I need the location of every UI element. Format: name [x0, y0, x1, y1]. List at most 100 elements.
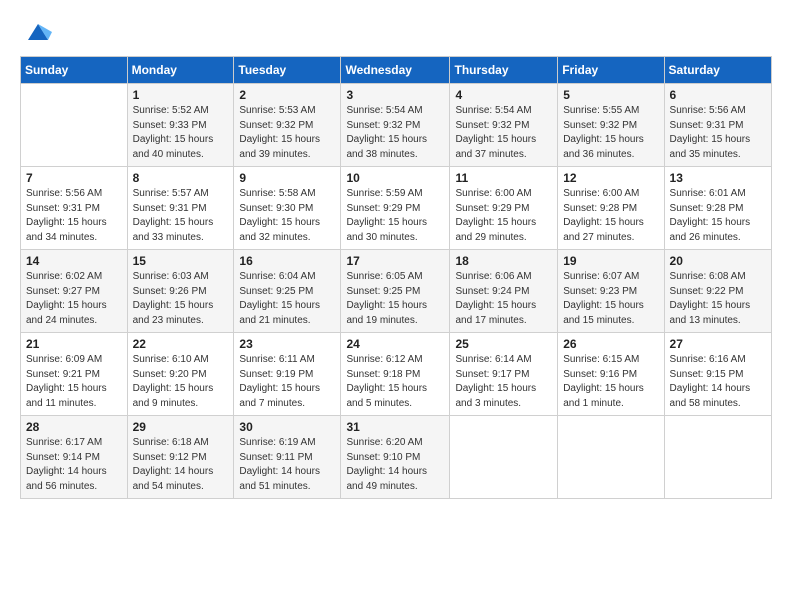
day-info: Sunrise: 5:57 AMSunset: 9:31 PMDaylight:… — [133, 187, 229, 245]
calendar-header-row: SundayMondayTuesdayWednesdayThursdayFrid… — [21, 57, 772, 84]
day-number: 22 — [133, 337, 229, 351]
day-info: Sunrise: 6:04 AMSunset: 9:25 PMDaylight:… — [239, 270, 335, 328]
day-info: Sunrise: 6:09 AMSunset: 9:21 PMDaylight:… — [26, 353, 122, 411]
calendar-cell: 6 Sunrise: 5:56 AMSunset: 9:31 PMDaylight… — [664, 84, 771, 167]
day-info: Sunrise: 6:11 AMSunset: 9:19 PMDaylight:… — [239, 353, 335, 411]
calendar-cell: 15 Sunrise: 6:03 AMSunset: 9:26 PMDayligh… — [127, 250, 234, 333]
day-info: Sunrise: 6:06 AMSunset: 9:24 PMDaylight:… — [455, 270, 552, 328]
day-info: Sunrise: 5:59 AMSunset: 9:29 PMDaylight:… — [346, 187, 444, 245]
day-info: Sunrise: 6:00 AMSunset: 9:29 PMDaylight:… — [455, 187, 552, 245]
calendar-cell — [664, 416, 771, 499]
day-number: 14 — [26, 254, 122, 268]
day-info: Sunrise: 6:15 AMSunset: 9:16 PMDaylight:… — [563, 353, 658, 411]
calendar-cell: 11 Sunrise: 6:00 AMSunset: 9:29 PMDayligh… — [450, 167, 558, 250]
calendar-cell: 20Sunrise: 6:08 AMSunset: 9:22 PMDayligh… — [664, 250, 771, 333]
calendar-cell: 17 Sunrise: 6:05 AMSunset: 9:25 PMDayligh… — [341, 250, 450, 333]
day-number: 27 — [670, 337, 766, 351]
calendar-header-tuesday: Tuesday — [234, 57, 341, 84]
calendar-cell: 10 Sunrise: 5:59 AMSunset: 9:29 PMDayligh… — [341, 167, 450, 250]
calendar-cell: 27 Sunrise: 6:16 AMSunset: 9:15 PMDayligh… — [664, 333, 771, 416]
day-info: Sunrise: 6:10 AMSunset: 9:20 PMDaylight:… — [133, 353, 229, 411]
calendar-cell: 8 Sunrise: 5:57 AMSunset: 9:31 PMDaylight… — [127, 167, 234, 250]
day-number: 24 — [346, 337, 444, 351]
calendar-week-row: 21 Sunrise: 6:09 AMSunset: 9:21 PMDayligh… — [21, 333, 772, 416]
logo-icon — [24, 18, 52, 46]
day-info: Sunrise: 5:54 AMSunset: 9:32 PMDaylight:… — [455, 104, 552, 162]
day-number: 2 — [239, 88, 335, 102]
day-number: 20 — [670, 254, 766, 268]
day-info: Sunrise: 6:03 AMSunset: 9:26 PMDaylight:… — [133, 270, 229, 328]
header — [20, 18, 772, 46]
day-info: Sunrise: 6:01 AMSunset: 9:28 PMDaylight:… — [670, 187, 766, 245]
calendar-cell: 4 Sunrise: 5:54 AMSunset: 9:32 PMDaylight… — [450, 84, 558, 167]
day-info: Sunrise: 5:53 AMSunset: 9:32 PMDaylight:… — [239, 104, 335, 162]
day-info: Sunrise: 6:20 AMSunset: 9:10 PMDaylight:… — [346, 436, 444, 494]
day-info: Sunrise: 6:14 AMSunset: 9:17 PMDaylight:… — [455, 353, 552, 411]
day-info: Sunrise: 6:07 AMSunset: 9:23 PMDaylight:… — [563, 270, 658, 328]
day-number: 26 — [563, 337, 658, 351]
calendar-week-row: 28 Sunrise: 6:17 AMSunset: 9:14 PMDayligh… — [21, 416, 772, 499]
day-info: Sunrise: 6:18 AMSunset: 9:12 PMDaylight:… — [133, 436, 229, 494]
calendar-cell: 3 Sunrise: 5:54 AMSunset: 9:32 PMDaylight… — [341, 84, 450, 167]
calendar-cell: 25 Sunrise: 6:14 AMSunset: 9:17 PMDayligh… — [450, 333, 558, 416]
calendar-cell: 2 Sunrise: 5:53 AMSunset: 9:32 PMDaylight… — [234, 84, 341, 167]
calendar-cell: 29 Sunrise: 6:18 AMSunset: 9:12 PMDayligh… — [127, 416, 234, 499]
day-info: Sunrise: 6:16 AMSunset: 9:15 PMDaylight:… — [670, 353, 766, 411]
calendar-header-thursday: Thursday — [450, 57, 558, 84]
day-number: 29 — [133, 420, 229, 434]
day-number: 16 — [239, 254, 335, 268]
calendar-cell: 26 Sunrise: 6:15 AMSunset: 9:16 PMDayligh… — [558, 333, 664, 416]
calendar-cell: 7Sunrise: 5:56 AMSunset: 9:31 PMDaylight… — [21, 167, 128, 250]
day-number: 5 — [563, 88, 658, 102]
calendar-cell: 5 Sunrise: 5:55 AMSunset: 9:32 PMDaylight… — [558, 84, 664, 167]
calendar-header-wednesday: Wednesday — [341, 57, 450, 84]
day-number: 15 — [133, 254, 229, 268]
calendar-week-row: 1Sunrise: 5:52 AMSunset: 9:33 PMDaylight… — [21, 84, 772, 167]
day-number: 30 — [239, 420, 335, 434]
day-number: 25 — [455, 337, 552, 351]
day-number: 28 — [26, 420, 122, 434]
logo — [20, 18, 52, 46]
calendar-header-monday: Monday — [127, 57, 234, 84]
day-number: 31 — [346, 420, 444, 434]
day-info: Sunrise: 6:02 AMSunset: 9:27 PMDaylight:… — [26, 270, 122, 328]
day-number: 9 — [239, 171, 335, 185]
calendar-cell: 23 Sunrise: 6:11 AMSunset: 9:19 PMDayligh… — [234, 333, 341, 416]
day-info: Sunrise: 5:56 AMSunset: 9:31 PMDaylight:… — [670, 104, 766, 162]
day-number: 6 — [670, 88, 766, 102]
day-info: Sunrise: 6:17 AMSunset: 9:14 PMDaylight:… — [26, 436, 122, 494]
day-info: Sunrise: 6:00 AMSunset: 9:28 PMDaylight:… — [563, 187, 658, 245]
day-number: 17 — [346, 254, 444, 268]
day-number: 23 — [239, 337, 335, 351]
calendar-week-row: 7Sunrise: 5:56 AMSunset: 9:31 PMDaylight… — [21, 167, 772, 250]
calendar-cell: 21 Sunrise: 6:09 AMSunset: 9:21 PMDayligh… — [21, 333, 128, 416]
calendar-header-saturday: Saturday — [664, 57, 771, 84]
day-number: 11 — [455, 171, 552, 185]
calendar-cell: 1Sunrise: 5:52 AMSunset: 9:33 PMDaylight… — [127, 84, 234, 167]
day-info: Sunrise: 6:12 AMSunset: 9:18 PMDaylight:… — [346, 353, 444, 411]
calendar-cell — [450, 416, 558, 499]
day-number: 13 — [670, 171, 766, 185]
calendar-cell: 13 Sunrise: 6:01 AMSunset: 9:28 PMDayligh… — [664, 167, 771, 250]
day-number: 8 — [133, 171, 229, 185]
calendar-cell — [558, 416, 664, 499]
calendar-table: SundayMondayTuesdayWednesdayThursdayFrid… — [20, 56, 772, 499]
day-info: Sunrise: 5:54 AMSunset: 9:32 PMDaylight:… — [346, 104, 444, 162]
calendar-cell: 19 Sunrise: 6:07 AMSunset: 9:23 PMDayligh… — [558, 250, 664, 333]
calendar-cell: 24 Sunrise: 6:12 AMSunset: 9:18 PMDayligh… — [341, 333, 450, 416]
day-number: 10 — [346, 171, 444, 185]
day-info: Sunrise: 5:55 AMSunset: 9:32 PMDaylight:… — [563, 104, 658, 162]
day-info: Sunrise: 6:05 AMSunset: 9:25 PMDaylight:… — [346, 270, 444, 328]
day-number: 4 — [455, 88, 552, 102]
day-info: Sunrise: 6:19 AMSunset: 9:11 PMDaylight:… — [239, 436, 335, 494]
calendar-cell: 31 Sunrise: 6:20 AMSunset: 9:10 PMDayligh… — [341, 416, 450, 499]
calendar-cell: 30 Sunrise: 6:19 AMSunset: 9:11 PMDayligh… — [234, 416, 341, 499]
day-number: 3 — [346, 88, 444, 102]
page: SundayMondayTuesdayWednesdayThursdayFrid… — [0, 0, 792, 612]
day-number: 21 — [26, 337, 122, 351]
day-number: 19 — [563, 254, 658, 268]
calendar-cell: 16 Sunrise: 6:04 AMSunset: 9:25 PMDayligh… — [234, 250, 341, 333]
calendar-cell: 12Sunrise: 6:00 AMSunset: 9:28 PMDayligh… — [558, 167, 664, 250]
calendar-cell: 18Sunrise: 6:06 AMSunset: 9:24 PMDayligh… — [450, 250, 558, 333]
calendar-cell: 9Sunrise: 5:58 AMSunset: 9:30 PMDaylight… — [234, 167, 341, 250]
